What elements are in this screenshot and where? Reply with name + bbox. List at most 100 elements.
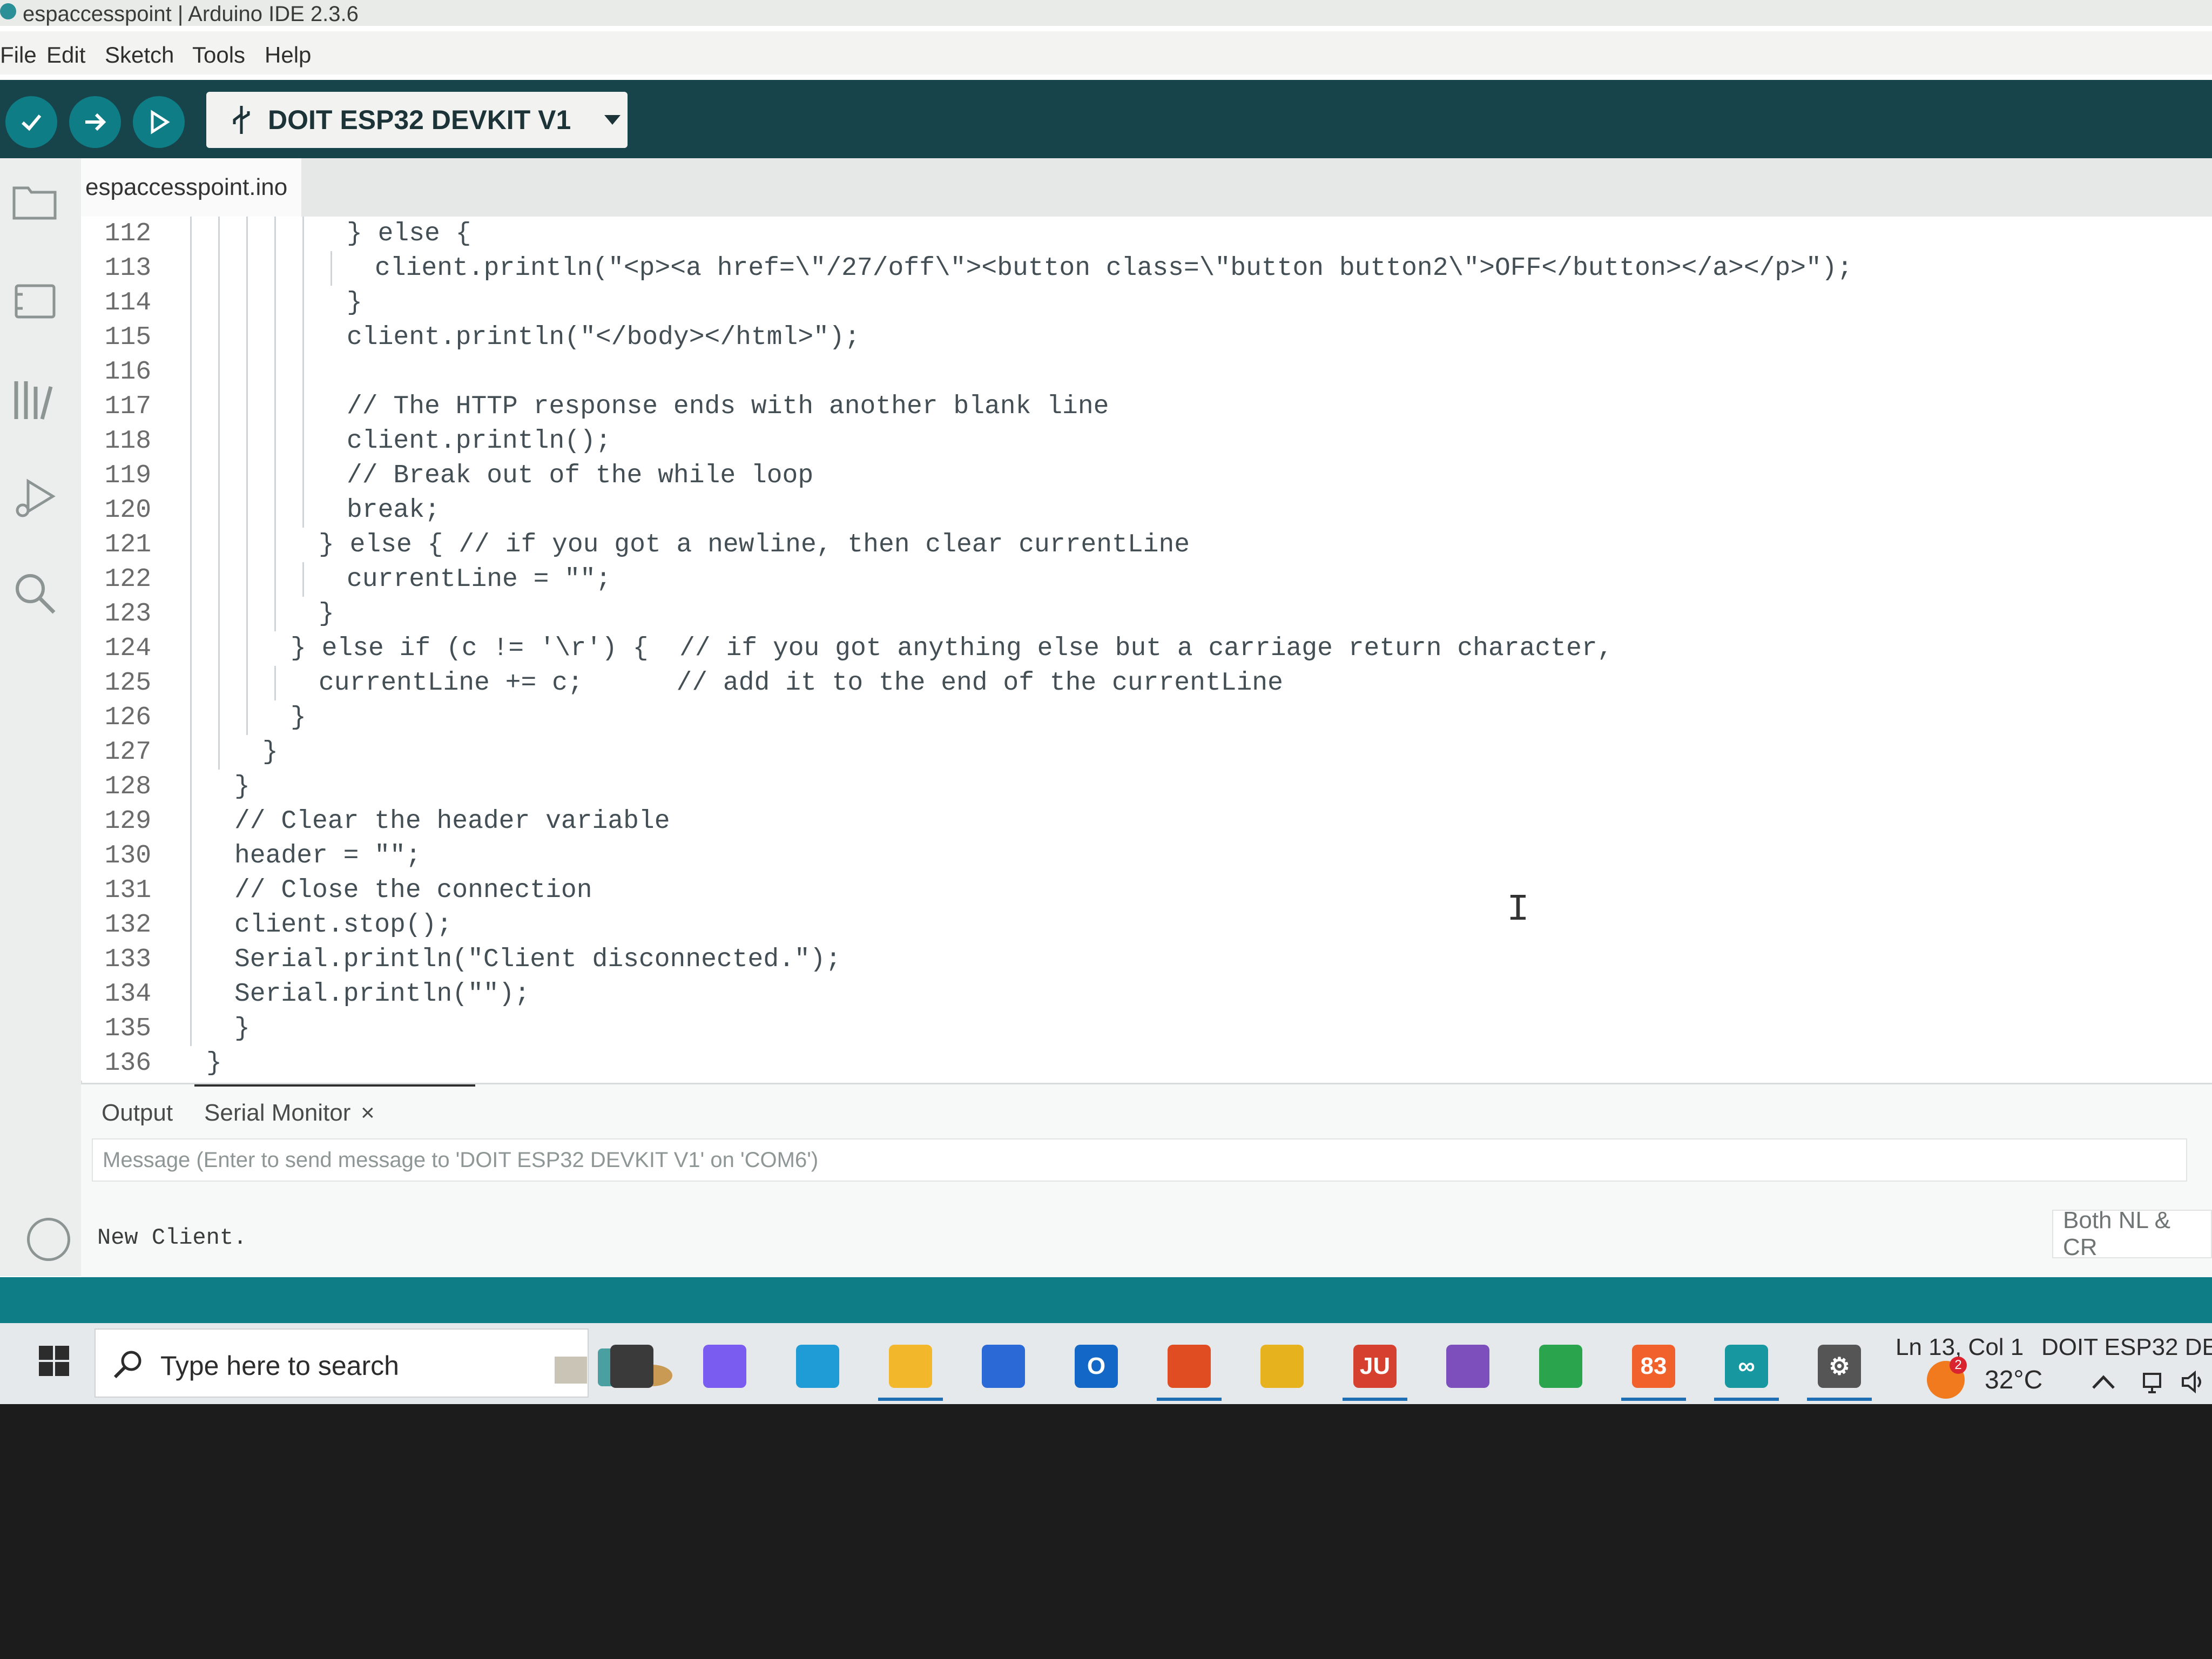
close-serial-monitor-icon[interactable]: × (361, 1100, 375, 1127)
usb-icon (233, 106, 250, 134)
arduino-icon[interactable]: ∞ (1725, 1345, 1768, 1388)
code-text: } (291, 703, 306, 732)
verify-button[interactable] (5, 96, 57, 148)
code-line[interactable]: 129 // Clear the header variable (81, 804, 2212, 839)
indent-guide (246, 217, 248, 251)
taskbar-search[interactable]: Type here to search (95, 1328, 672, 1398)
debug-icon (151, 110, 170, 134)
active-app-indicator (1714, 1398, 1779, 1401)
code-line[interactable]: 124 } else if (c != '\r') { // if you got… (81, 631, 2212, 666)
upload-button[interactable] (69, 96, 121, 148)
stock-app-icon[interactable] (1539, 1345, 1582, 1388)
code-line[interactable]: 130 header = ""; (81, 839, 2212, 873)
brave-icon[interactable] (1168, 1345, 1211, 1388)
code-line[interactable]: 128} (81, 770, 2212, 804)
menu-file[interactable]: File (0, 42, 37, 68)
code-line[interactable]: 115 client.println("</body></html>"); (81, 320, 2212, 355)
code-line[interactable]: 113 client.println("<p><a href=\"/27/off\… (81, 251, 2212, 286)
indent-guide (246, 424, 248, 458)
code-line[interactable]: 116 (81, 355, 2212, 389)
indent-guide (190, 1011, 192, 1046)
settings-icon[interactable]: ⚙ (1818, 1345, 1861, 1388)
task-view-icon[interactable] (610, 1345, 653, 1388)
code-line[interactable]: 121} else { // if you got a newline, the… (81, 528, 2212, 562)
copilot-icon[interactable] (703, 1345, 746, 1388)
tab-espaccesspoint-ino[interactable]: espaccesspoint.ino (81, 158, 301, 217)
code-line[interactable]: 127} (81, 735, 2212, 770)
line-ending-select[interactable]: Both NL & CR (2052, 1207, 2212, 1260)
line-number: 118 (104, 427, 151, 456)
code-text: } (347, 288, 362, 318)
indent-guide (246, 631, 248, 666)
indent-guide (274, 562, 276, 597)
tab-serial-monitor[interactable]: Serial Monitor (204, 1100, 350, 1127)
code-line[interactable]: 125 currentLine += c; // add it to the en… (81, 666, 2212, 700)
code-line[interactable]: 119 // Break out of the while loop (81, 458, 2212, 493)
indent-guide (246, 597, 248, 631)
code-line[interactable]: 126} (81, 700, 2212, 735)
chevron-up-icon[interactable] (2090, 1368, 2117, 1395)
indent-guide (218, 666, 220, 700)
indent-guide (302, 389, 304, 424)
debug-icon (16, 478, 56, 517)
debug-button[interactable] (133, 96, 185, 148)
code-line[interactable]: 120 break; (81, 493, 2212, 528)
boards-manager-button[interactable] (8, 274, 62, 328)
board-selector[interactable]: DOIT ESP32 DEVKIT V1 (206, 92, 628, 148)
indent-guide (190, 286, 192, 320)
indent-guide (190, 320, 192, 355)
indent-guide (302, 493, 304, 528)
chrome-icon[interactable]: JU (1353, 1345, 1397, 1388)
indent-guide (190, 770, 192, 804)
menu-edit[interactable]: Edit (46, 42, 85, 68)
code-line[interactable]: 117 // The HTTP response ends with anothe… (81, 389, 2212, 424)
line-number: 126 (104, 703, 151, 732)
library-manager-button[interactable] (8, 372, 62, 426)
menu-help[interactable]: Help (265, 42, 311, 68)
code-line[interactable]: 118 client.println(); (81, 424, 2212, 458)
line-number: 124 (104, 634, 151, 663)
file-explorer-icon[interactable] (889, 1345, 932, 1388)
sketchbook-button[interactable] (8, 174, 62, 228)
folder-icon (12, 186, 57, 220)
code-editor[interactable]: I 112} else {113 client.println("<p><a hr… (81, 217, 2212, 1081)
code-line[interactable]: 123} (81, 597, 2212, 631)
code-line[interactable]: 132 client.stop(); (81, 908, 2212, 942)
code-text: client.stop(); (234, 911, 453, 940)
code-line[interactable]: 114} (81, 286, 2212, 320)
account-icon[interactable] (27, 1218, 70, 1261)
line-number: 133 (104, 945, 151, 974)
code-line[interactable]: 112} else { (81, 217, 2212, 251)
code-line[interactable]: 133 Serial.println("Client disconnected."… (81, 942, 2212, 977)
xampp-like-icon[interactable] (1260, 1345, 1304, 1388)
debug-panel-button[interactable] (8, 471, 62, 525)
edge-icon[interactable] (796, 1345, 839, 1388)
windows-start-icon[interactable] (38, 1345, 70, 1377)
code-line[interactable]: 122 currentLine = ""; (81, 562, 2212, 597)
menu-sketch[interactable]: Sketch (105, 42, 174, 68)
volume-icon[interactable] (2180, 1368, 2207, 1395)
code-line[interactable]: 134 Serial.println(""); (81, 977, 2212, 1011)
code-text: } else if (c != '\r') { // if you got an… (291, 634, 1613, 663)
indent-guide (218, 286, 220, 320)
code-line[interactable]: 131 // Close the connection (81, 873, 2212, 908)
search-icon (113, 1351, 141, 1379)
code-line[interactable]: 135} (81, 1011, 2212, 1046)
code-line[interactable]: 136} (81, 1046, 2212, 1081)
indent-guide (218, 320, 220, 355)
indent-guide (218, 700, 220, 735)
outlook-icon[interactable]: O (1075, 1345, 1118, 1388)
active-tab-indicator (194, 1084, 475, 1087)
menu-tools[interactable]: Tools (192, 42, 245, 68)
temperature: 32°C (1985, 1366, 2043, 1394)
search-button[interactable] (8, 566, 62, 620)
serial-message-input[interactable]: Message (Enter to send message to 'DOIT … (92, 1138, 2187, 1182)
indent-guide (246, 666, 248, 700)
xampp-icon[interactable]: 83 (1632, 1345, 1675, 1388)
ms-store-icon[interactable] (982, 1345, 1025, 1388)
indent-guide (218, 424, 220, 458)
network-icon[interactable] (2139, 1368, 2166, 1395)
tab-output[interactable]: Output (102, 1100, 173, 1127)
indent-guide (190, 562, 192, 597)
pen-app-icon[interactable] (1446, 1345, 1489, 1388)
